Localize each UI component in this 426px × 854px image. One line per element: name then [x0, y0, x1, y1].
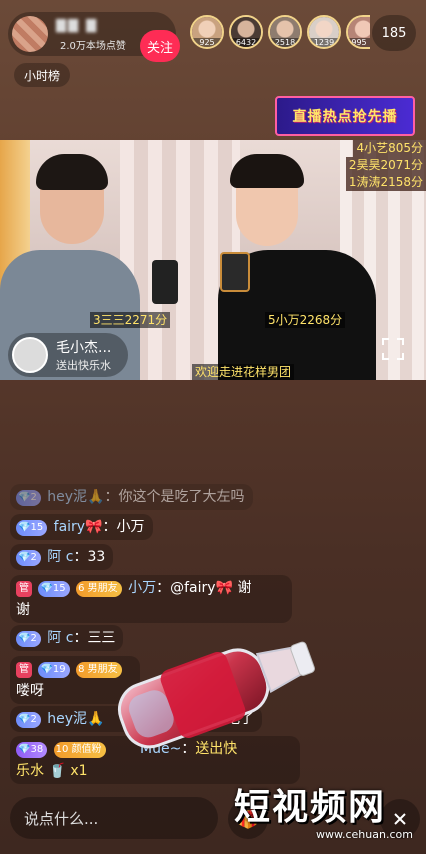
admin-badge: 管 — [16, 662, 32, 678]
chat-text: 小万 — [116, 519, 145, 535]
host-name: ▇▇ ▇ — [56, 18, 99, 33]
pray-emoji-icon: 🙏 — [87, 489, 105, 505]
viewer-avatar-2[interactable]: 6432 — [229, 15, 263, 49]
viewer-avatar-5[interactable]: 995 — [346, 15, 370, 49]
level-badge: 💎 2 — [16, 631, 41, 647]
gift-sender-name: 毛小杰... — [56, 340, 112, 356]
hour-rank-button[interactable]: 小时榜 — [14, 63, 70, 87]
bow-emoji-icon: 🎀 — [85, 519, 103, 535]
viewer-contribution: 995 — [348, 38, 370, 47]
welcome-banner: 欢迎走进花样男团 — [192, 364, 295, 380]
viewer-contribution: 925 — [192, 38, 222, 47]
avatar — [12, 337, 48, 373]
soda-gift-animation — [118, 641, 315, 749]
host-info[interactable]: ▇▇ ▇ 2.0万本场点赞 关注 — [8, 12, 180, 62]
chat-username[interactable]: 阿 c — [47, 630, 73, 646]
chat-username[interactable]: fairy — [54, 519, 85, 535]
level-badge: 💎 19 — [38, 662, 70, 678]
chat-message[interactable]: 💎 2 阿 c：33 — [10, 544, 114, 570]
chat-text-continued: 谢 — [16, 602, 30, 618]
level-badge: 💎 2 — [16, 712, 41, 728]
chat-username[interactable]: hey泥 — [47, 489, 87, 505]
gift-sender-card[interactable]: 毛小杰... 送出快乐水 — [8, 333, 128, 377]
level-badge: 💎 15 — [16, 520, 48, 536]
watermark-text: 短视频网 — [234, 787, 387, 828]
chat-text: 33 — [87, 549, 106, 565]
admin-badge: 管 — [16, 581, 32, 597]
comment-input[interactable]: 说点什么... — [10, 797, 218, 839]
streamer-left-hair — [36, 154, 108, 190]
close-icon — [394, 813, 406, 825]
top-score-list: 4小艺805分 2昊昊2071分 1涛涛2158分 — [345, 140, 426, 191]
chat-username[interactable]: 阿 c — [47, 549, 73, 565]
live-video[interactable]: 4小艺805分 2昊昊2071分 1涛涛2158分 3三三2271分 5小万22… — [0, 140, 426, 380]
level-badge: 💎 38 — [16, 742, 48, 758]
viewer-avatar-4[interactable]: 1239 — [307, 15, 341, 49]
level-badge: 💎 2 — [16, 550, 41, 566]
chat-username[interactable]: hey泥 — [47, 711, 87, 727]
fan-club-badge: 6 男朋友 — [76, 581, 122, 597]
online-count-button[interactable]: 185 — [372, 15, 416, 51]
watermark-url: www.cehuan.com — [316, 828, 413, 841]
score-right: 5小万2268分 — [265, 312, 346, 328]
follow-button[interactable]: 关注 — [140, 30, 180, 62]
viewer-contribution: 1239 — [309, 38, 339, 47]
phone-holder — [152, 260, 178, 304]
score-item: 1涛涛2158分 — [345, 174, 426, 191]
chat-username[interactable]: 小万 — [128, 580, 156, 596]
score-left: 3三三2271分 — [90, 312, 171, 328]
phone-holder — [220, 252, 250, 292]
level-badge: 💎 15 — [38, 581, 70, 597]
streamer-right-hair — [230, 154, 304, 188]
host-likes: 2.0万本场点赞 — [60, 41, 126, 52]
chat-message[interactable]: 💎 2 hey泥🙏：你这个是吃了大左吗 — [10, 484, 253, 510]
viewer-contribution: 2518 — [270, 38, 300, 47]
viewer-contribution: 6432 — [231, 38, 261, 47]
chat-message[interactable]: 💎 15 fairy🎀：小万 — [10, 514, 153, 540]
score-item: 4小艺805分 — [353, 140, 426, 157]
chat-text: @fairy🎀 谢 — [170, 580, 252, 596]
gift-sender-action: 送出快乐水 — [56, 359, 111, 372]
level-badge: 💎 2 — [16, 490, 41, 506]
chat-text: 你这个是吃了大左吗 — [118, 489, 245, 505]
viewer-avatar-1[interactable]: 925 — [190, 15, 224, 49]
soda-gift-icon: 🥤 — [48, 763, 66, 779]
gift-count: x1 — [70, 763, 88, 779]
host-avatar[interactable] — [12, 16, 48, 52]
score-item: 2昊昊2071分 — [345, 157, 426, 174]
chat-text-continued: 乐水 — [16, 763, 44, 779]
promo-banner[interactable]: 直播热点抢先播 — [275, 96, 415, 136]
chat-message[interactable]: 管 💎 15 6 男朋友 小万：@fairy🎀 谢 谢 — [10, 575, 292, 623]
chat-text: 喽呀 — [16, 683, 44, 699]
viewer-avatar-3[interactable]: 2518 — [268, 15, 302, 49]
fullscreen-icon[interactable] — [380, 336, 406, 362]
